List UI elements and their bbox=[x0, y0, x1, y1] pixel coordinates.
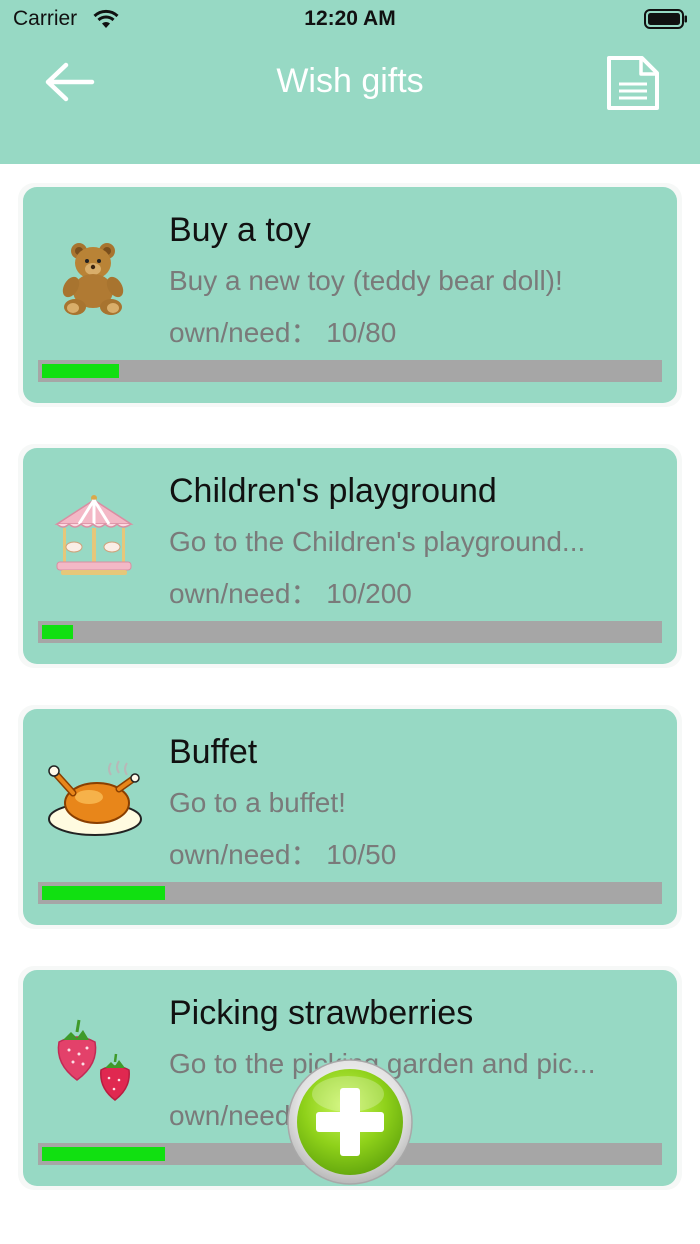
wish-card[interactable]: Buffet Go to a buffet! own/need： 10/50 bbox=[18, 705, 682, 929]
strawberry-icon bbox=[57, 1019, 130, 1101]
wish-description: Buy a new toy (teddy bear doll)! bbox=[169, 265, 563, 296]
progress-bar bbox=[38, 882, 662, 904]
clock: 12:20 AM bbox=[304, 7, 396, 30]
wish-title: Children's playground bbox=[169, 472, 497, 510]
progress-fill bbox=[42, 1147, 165, 1161]
wish-title: Picking strawberries bbox=[169, 994, 474, 1032]
teddy-bear-icon bbox=[62, 243, 124, 315]
wish-progress-text: own/need： 10/200 bbox=[169, 578, 412, 609]
add-wish-button[interactable] bbox=[286, 1058, 414, 1186]
wish-title: Buy a toy bbox=[169, 211, 311, 249]
progress-fill bbox=[42, 364, 119, 378]
carousel-icon bbox=[54, 495, 134, 575]
progress-fill bbox=[42, 625, 73, 639]
roast-chicken-icon bbox=[48, 760, 142, 836]
wish-description: Go to a buffet! bbox=[169, 787, 346, 818]
wish-card-body[interactable]: Buy a toy Buy a new toy (teddy bear doll… bbox=[23, 187, 677, 403]
wish-card[interactable]: Buy a toy Buy a new toy (teddy bear doll… bbox=[18, 183, 682, 407]
wish-progress-text: own/need： 10/80 bbox=[169, 317, 397, 348]
wish-card-body[interactable]: Buffet Go to a buffet! own/need： 10/50 bbox=[23, 709, 677, 925]
battery-icon bbox=[644, 9, 687, 29]
navigation-header: Carrier 12:20 AM Wish gifts bbox=[0, 0, 700, 164]
document-icon[interactable] bbox=[604, 54, 662, 112]
progress-fill bbox=[42, 886, 165, 900]
wish-card[interactable]: Children's playground Go to the Children… bbox=[18, 444, 682, 668]
progress-bar bbox=[38, 360, 662, 382]
wish-progress-text: own/need： 10/50 bbox=[169, 839, 397, 870]
wish-description: Go to the picking garden and pic... bbox=[169, 1048, 596, 1079]
wish-card-body[interactable]: Children's playground Go to the Children… bbox=[23, 448, 677, 664]
status-bar: Carrier 12:20 AM bbox=[0, 0, 700, 40]
progress-bar bbox=[38, 621, 662, 643]
wish-description: Go to the Children's playground... bbox=[169, 526, 586, 557]
wish-title: Buffet bbox=[169, 733, 258, 771]
page-title: Wish gifts bbox=[276, 62, 424, 100]
